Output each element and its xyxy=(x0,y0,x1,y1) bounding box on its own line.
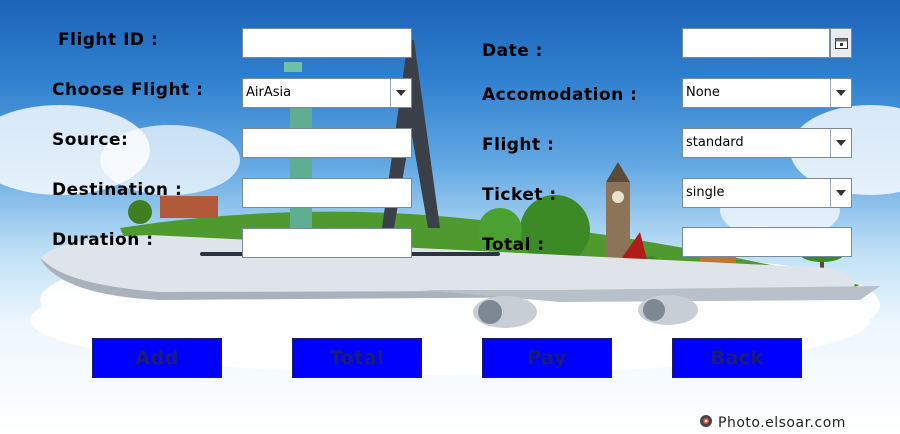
total-label: Total : xyxy=(482,235,545,255)
ticket-value: single xyxy=(686,185,725,200)
source-label: Source: xyxy=(52,130,129,150)
source-field[interactable] xyxy=(242,128,412,158)
watermark: Photo.elsoar.com xyxy=(698,414,846,432)
back-button[interactable]: Back xyxy=(672,338,802,378)
watermark-text: Photo.elsoar.com xyxy=(718,415,846,431)
calendar-button[interactable] xyxy=(830,28,852,58)
chevron-down-icon[interactable] xyxy=(390,79,411,107)
camera-icon xyxy=(698,414,714,432)
accomodation-value: None xyxy=(686,85,720,100)
flight-label: Flight : xyxy=(482,135,555,155)
date-label: Date : xyxy=(482,41,543,61)
ticket-label: Ticket : xyxy=(482,185,557,205)
ticket-dropdown[interactable]: single xyxy=(682,178,852,208)
flight-class-dropdown[interactable]: standard xyxy=(682,128,852,158)
accomodation-label: Accomodation : xyxy=(482,85,638,105)
total-field[interactable] xyxy=(682,227,852,257)
calendar-icon xyxy=(835,38,848,49)
duration-field[interactable] xyxy=(242,228,412,258)
destination-label: Destination : xyxy=(52,180,183,200)
choose-flight-dropdown[interactable]: AirAsia xyxy=(242,78,412,108)
chevron-down-icon[interactable] xyxy=(830,179,851,207)
flight-class-value: standard xyxy=(686,135,744,150)
chevron-down-icon[interactable] xyxy=(830,129,851,157)
chevron-down-icon[interactable] xyxy=(830,79,851,107)
flight-id-label: Flight ID : xyxy=(58,30,159,50)
add-button[interactable]: Add xyxy=(92,338,222,378)
date-field[interactable] xyxy=(682,28,830,58)
choose-flight-value: AirAsia xyxy=(246,85,292,100)
duration-label: Duration : xyxy=(52,230,154,250)
choose-flight-label: Choose Flight : xyxy=(52,80,204,100)
pay-button[interactable]: Pay xyxy=(482,338,612,378)
flight-id-field[interactable] xyxy=(242,28,412,58)
total-button[interactable]: Total xyxy=(292,338,422,378)
accomodation-dropdown[interactable]: None xyxy=(682,78,852,108)
destination-field[interactable] xyxy=(242,178,412,208)
